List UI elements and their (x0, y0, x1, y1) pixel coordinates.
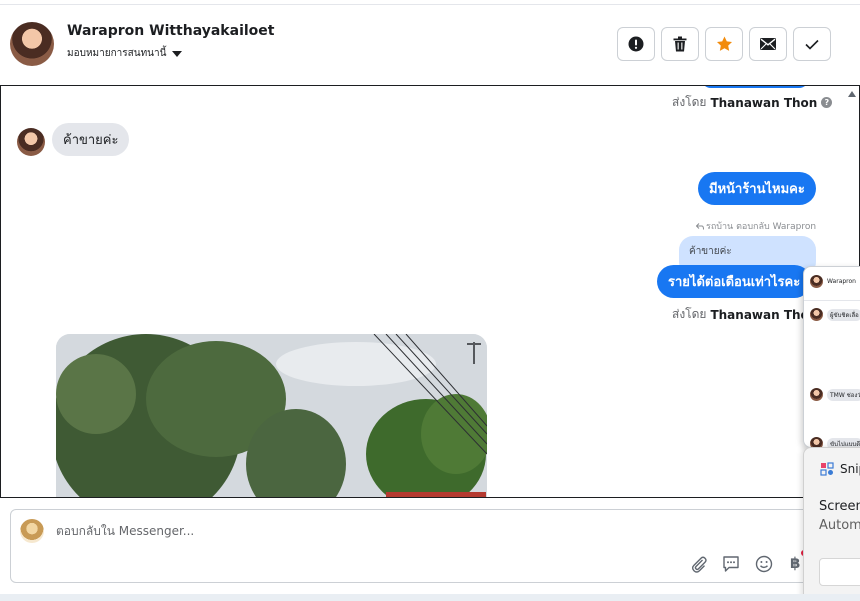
header-actions (617, 27, 831, 61)
contact-avatar-small (17, 128, 45, 156)
assign-conversation-dropdown[interactable]: มอบหมายการสนทนานี้ (67, 46, 183, 61)
assign-label: มอบหมายการสนทนานี้ (67, 48, 167, 59)
sent-by-agent: Thanawan Thon (710, 95, 818, 110)
page-avatar (20, 519, 44, 543)
toast-app-name: Snipping Tool (840, 462, 860, 476)
contact-name[interactable]: Warapron Witthayakailoet (67, 23, 274, 39)
attach-button[interactable] (689, 554, 709, 574)
mark-unread-button[interactable] (749, 27, 787, 61)
saved-replies-button[interactable] (721, 554, 741, 574)
popup-header[interactable]: Warapron (810, 275, 856, 288)
sent-by-prefix: ส่งโดย (672, 307, 707, 321)
popup-header-name: Warapron (827, 278, 856, 285)
snip-notification-toast[interactable]: Snipping Tool Screenshot Automatically s… (803, 447, 860, 601)
scroll-up-arrow-icon[interactable] (848, 91, 856, 97)
toast-title: Screenshot (819, 499, 860, 514)
payment-button[interactable]: ฿ (790, 554, 800, 572)
incoming-message-bubble[interactable]: ค้าขายค่ะ (52, 123, 130, 156)
popup-message-text: ผู้ขับชิดเลื่อ (827, 308, 860, 321)
chat-popup-window[interactable]: Warapron ผู้ขับชิดเลื่อ TMW ช่องว่ ขับไป… (803, 266, 860, 448)
envelope-icon (760, 38, 776, 50)
emoji-button[interactable] (754, 554, 774, 574)
delete-button[interactable] (661, 27, 699, 61)
reply-input[interactable] (56, 521, 656, 541)
previous-outgoing-bubble-edge (701, 86, 809, 88)
outgoing-message-bubble[interactable]: มีหน้าร้านไหมคะ (698, 172, 816, 205)
photo-trees-image (56, 334, 487, 497)
sent-by-label-bottom: ส่งโดย Thanawan Thon (672, 305, 817, 324)
popup-divider (804, 300, 860, 301)
toast-app-header: Snipping Tool (820, 462, 860, 476)
reply-composer: ฿ (10, 509, 860, 583)
image-attachment[interactable] (56, 334, 487, 497)
popup-message-row[interactable]: ผู้ขับชิดเลื่อ (810, 308, 860, 321)
alert-icon (628, 36, 644, 52)
help-icon[interactable]: ? (821, 97, 833, 108)
chat-bubble-icon (723, 556, 739, 572)
star-button[interactable] (705, 27, 743, 61)
caret-down-icon (172, 50, 183, 57)
top-divider (0, 0, 860, 5)
mark-done-button[interactable] (793, 27, 831, 61)
popup-message-text: TMW ช่องว่ (827, 388, 860, 401)
sent-by-agent: Thanawan Thon (710, 307, 818, 322)
report-spam-button[interactable] (617, 27, 655, 61)
popup-message-row[interactable]: TMW ช่องว่ (810, 388, 860, 401)
trash-icon (673, 36, 687, 52)
sent-by-label-top: ส่งโดย Thanawan Thon ? (672, 93, 833, 112)
sent-by-prefix: ส่งโดย (672, 95, 707, 109)
outgoing-reply-bubble[interactable]: รายได้ต่อเดือนเท่าไรคะ (657, 265, 812, 298)
snipping-tool-icon (820, 462, 834, 476)
star-icon (716, 36, 732, 51)
paperclip-icon (691, 556, 707, 573)
toast-action-button[interactable] (819, 558, 860, 586)
popup-avatar (810, 388, 823, 401)
contact-avatar[interactable] (10, 22, 54, 66)
reply-note: รถบ้าน ตอบกลับ Warapron (696, 219, 816, 233)
checkmark-icon (805, 39, 819, 50)
message-thread[interactable]: ส่งโดย Thanawan Thon ? ค้าขายค่ะ มีหน้าร… (0, 85, 860, 498)
bottom-strip (0, 594, 860, 601)
reply-note-text: รถบ้าน ตอบกลับ Warapron (706, 222, 817, 232)
conversation-header: Warapron Witthayakailoet มอบหมายการสนทนา… (0, 6, 860, 84)
toast-subtitle: Automatically saved (819, 518, 860, 533)
popup-avatar (810, 308, 823, 321)
smiley-icon (755, 555, 773, 573)
reply-arrow-icon (696, 222, 704, 230)
popup-avatar (810, 275, 823, 288)
